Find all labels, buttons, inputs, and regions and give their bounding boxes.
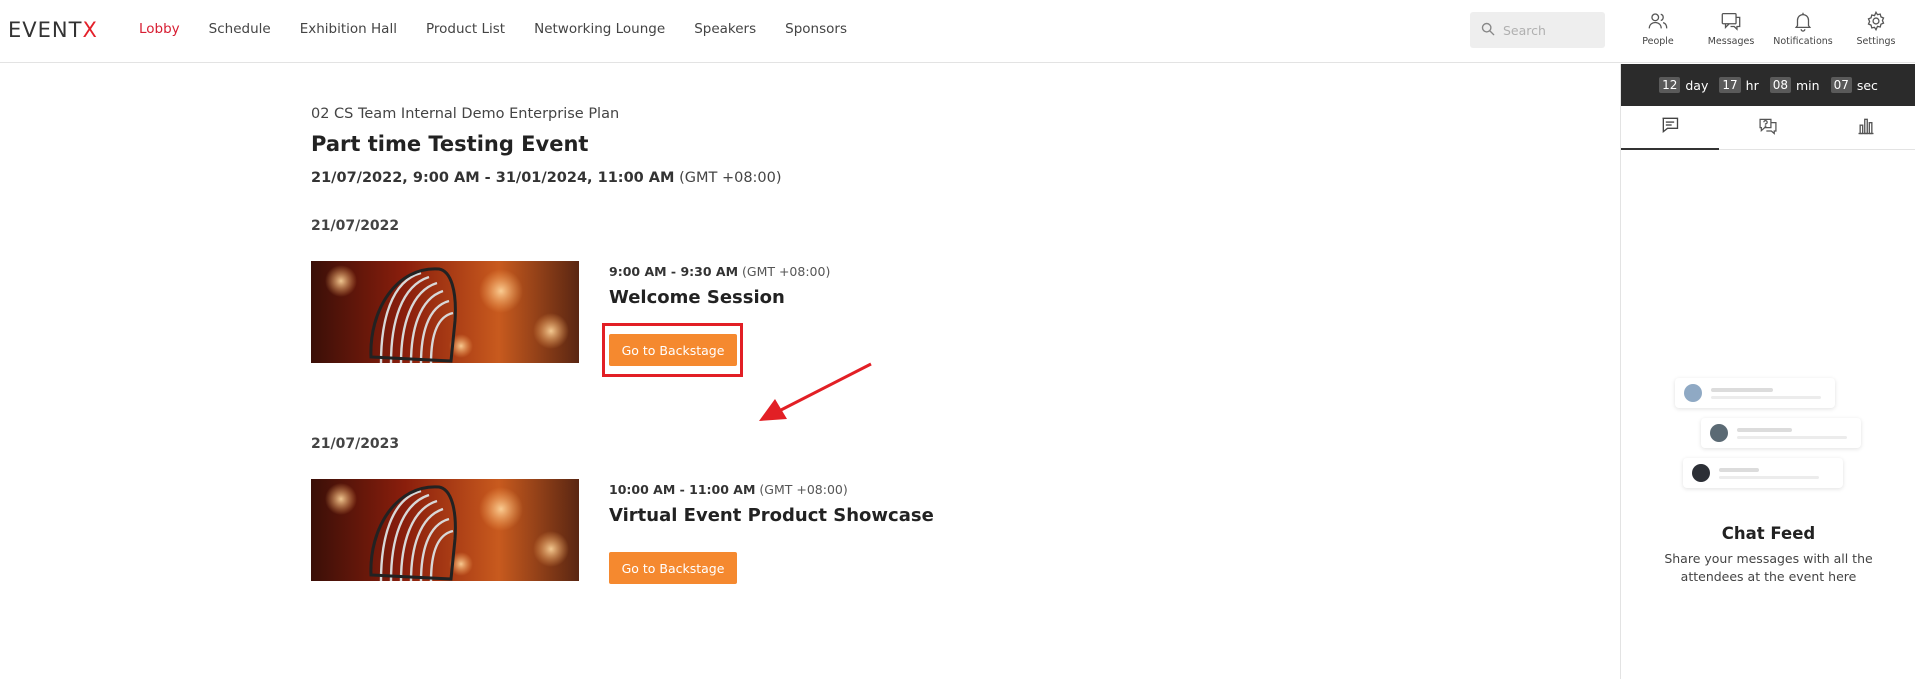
illustration-card <box>1701 418 1861 448</box>
countdown-seconds: 07 <box>1830 77 1852 93</box>
q-and-a-icon <box>1758 116 1778 140</box>
illustration-card <box>1683 458 1843 488</box>
event-title: Part time Testing Event <box>311 132 589 156</box>
bar-chart-icon <box>1856 116 1876 140</box>
session-time: 10:00 AM - 11:00 AM (GMT +08:00) <box>609 482 848 497</box>
countdown-minutes: 08 <box>1769 77 1791 93</box>
right-sidebar: 12 day 17 hr 08 min 07 sec Chat Feed Sha… <box>1620 64 1915 679</box>
nav-item-schedule[interactable]: Schedule <box>209 21 271 37</box>
people-label: People <box>1642 36 1674 47</box>
countdown-timer: 12 day 17 hr 08 min 07 sec <box>1621 64 1915 106</box>
people-icon <box>1625 10 1691 32</box>
countdown-minutes-unit: min <box>1795 77 1820 93</box>
countdown-days-unit: day <box>1685 77 1709 93</box>
tab-q-and-a[interactable] <box>1719 106 1817 150</box>
messages-label: Messages <box>1707 36 1755 47</box>
session-thumbnail[interactable] <box>311 479 579 581</box>
avatar <box>1684 384 1702 402</box>
session-title: Welcome Session <box>609 287 785 308</box>
countdown-days: 12 <box>1659 77 1681 93</box>
nav-item-speakers[interactable]: Speakers <box>694 21 756 37</box>
day-date: 21/07/2023 <box>311 436 400 452</box>
people-button[interactable]: People <box>1625 10 1691 47</box>
eventx-logo[interactable]: EVENTX <box>8 18 98 42</box>
chat-feed-title: Chat Feed <box>1721 524 1816 543</box>
session-time-range: 9:00 AM - 9:30 AM <box>609 264 739 279</box>
gear-icon <box>1843 10 1909 32</box>
session-title: Virtual Event Product Showcase <box>609 505 934 526</box>
session-timezone: (GMT +08:00) <box>742 264 831 279</box>
countdown-hours: 17 <box>1719 77 1741 93</box>
event-range-timezone: (GMT +08:00) <box>679 170 782 186</box>
search-icon <box>1481 21 1495 40</box>
nav-item-exhibition-hall[interactable]: Exhibition Hall <box>300 21 397 37</box>
countdown-seconds-unit: sec <box>1856 77 1878 93</box>
notifications-label: Notifications <box>1773 36 1833 47</box>
session-thumbnail[interactable] <box>311 261 579 363</box>
messages-button[interactable]: Messages <box>1698 10 1764 47</box>
session-time-range: 10:00 AM - 11:00 AM <box>609 482 756 497</box>
main-nav: Lobby Schedule Exhibition Hall Product L… <box>139 21 876 37</box>
avatar <box>1692 464 1710 482</box>
settings-button[interactable]: Settings <box>1843 10 1909 47</box>
messages-icon <box>1698 10 1764 32</box>
tab-polls[interactable] <box>1817 106 1915 150</box>
nav-item-networking-lounge[interactable]: Networking Lounge <box>534 21 665 37</box>
settings-label: Settings <box>1856 36 1896 47</box>
annotation-highlight-box <box>602 323 743 377</box>
annotation-arrow-icon <box>759 362 872 421</box>
notifications-button[interactable]: Notifications <box>1770 10 1836 47</box>
sidebar-tabs <box>1621 106 1915 150</box>
event-date-range: 21/07/2022, 9:00 AM - 31/01/2024, 11:00 … <box>311 170 782 186</box>
organization-name: 02 CS Team Internal Demo Enterprise Plan <box>311 106 620 122</box>
bell-icon <box>1770 10 1836 32</box>
lobby-main: 02 CS Team Internal Demo Enterprise Plan… <box>0 64 1620 679</box>
chat-feed-description: Share your messages with all the attende… <box>1664 551 1873 584</box>
search-box[interactable] <box>1470 12 1605 48</box>
nav-item-sponsors[interactable]: Sponsors <box>785 21 847 37</box>
chat-feed-icon <box>1660 115 1680 139</box>
nav-item-lobby[interactable]: Lobby <box>139 21 180 37</box>
session-timezone: (GMT +08:00) <box>759 482 848 497</box>
tab-chat-feed[interactable] <box>1621 106 1719 150</box>
go-to-backstage-button[interactable]: Go to Backstage <box>609 552 737 584</box>
countdown-hours-unit: hr <box>1745 77 1759 93</box>
illustration-card <box>1675 378 1835 408</box>
nav-item-product-list[interactable]: Product List <box>426 21 505 37</box>
event-range-dates: 21/07/2022, 9:00 AM - 31/01/2024, 11:00 … <box>311 170 675 186</box>
session-time: 9:00 AM - 9:30 AM (GMT +08:00) <box>609 264 830 279</box>
search-input[interactable] <box>1503 22 1603 38</box>
top-header: EVENTX Lobby Schedule Exhibition Hall Pr… <box>0 0 1915 63</box>
day-date: 21/07/2022 <box>311 218 400 234</box>
avatar <box>1710 424 1728 442</box>
